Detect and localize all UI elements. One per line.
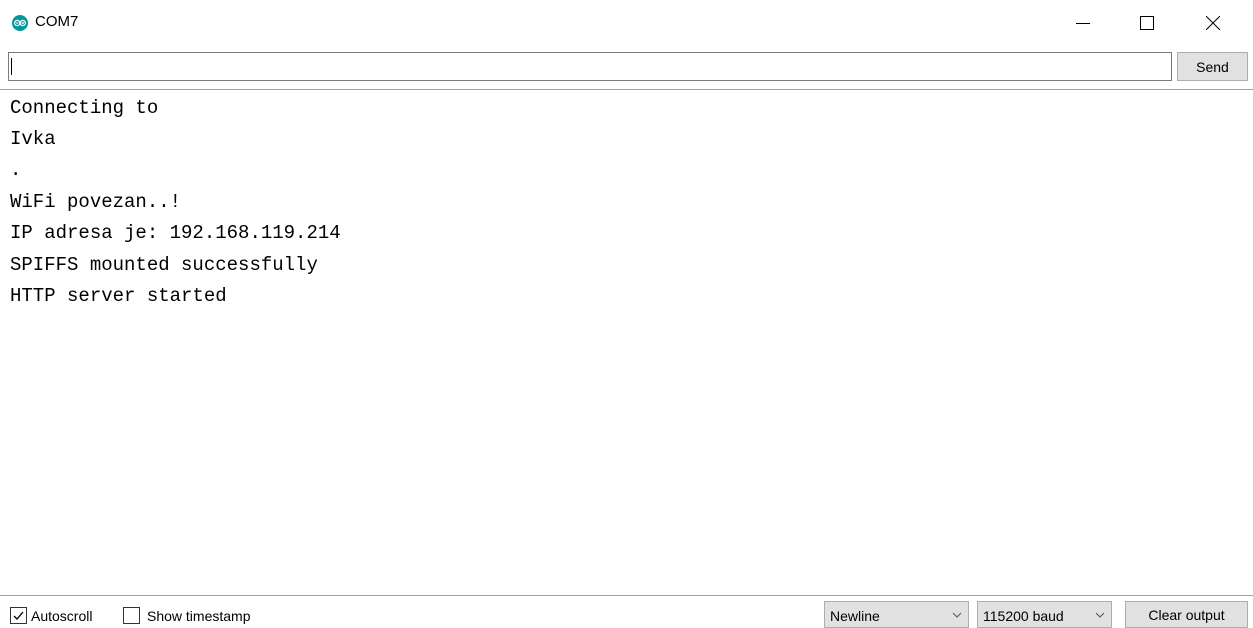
arduino-icon	[12, 15, 28, 31]
serial-output[interactable]: Connecting to Ivka . WiFi povezan..! IP …	[0, 90, 1253, 595]
minimize-button[interactable]	[1060, 0, 1106, 46]
window-title: COM7	[35, 13, 79, 30]
output-line: SPIFFS mounted successfully	[10, 254, 318, 276]
chevron-down-icon	[1095, 612, 1105, 618]
baud-rate-select[interactable]: 115200 baud	[977, 601, 1112, 628]
clear-output-button[interactable]: Clear output	[1125, 601, 1248, 628]
show-timestamp-label[interactable]: Show timestamp	[147, 608, 250, 624]
minimize-icon	[1076, 23, 1090, 24]
checkmark-icon	[13, 611, 24, 620]
output-line: WiFi povezan..!	[10, 191, 182, 213]
baud-rate-value: 115200 baud	[983, 608, 1064, 624]
autoscroll-label[interactable]: Autoscroll	[31, 608, 92, 624]
maximize-button[interactable]	[1124, 0, 1170, 46]
title-bar: COM7	[0, 0, 1253, 46]
send-row: Send	[0, 52, 1253, 84]
chevron-down-icon	[952, 612, 962, 618]
line-ending-value: Newline	[830, 608, 880, 624]
output-line: .	[10, 159, 22, 181]
text-caret	[11, 58, 12, 75]
serial-input[interactable]	[8, 52, 1172, 81]
output-line: Ivka	[10, 128, 56, 150]
output-line: IP adresa je: 192.168.119.214	[10, 222, 341, 244]
output-line: HTTP server started	[10, 285, 227, 307]
send-button[interactable]: Send	[1177, 52, 1248, 81]
autoscroll-checkbox[interactable]	[10, 607, 27, 624]
close-icon	[1206, 16, 1220, 30]
show-timestamp-checkbox[interactable]	[123, 607, 140, 624]
line-ending-select[interactable]: Newline	[824, 601, 969, 628]
footer-bar: Autoscroll Show timestamp Newline 115200…	[0, 596, 1253, 628]
output-line: Connecting to	[10, 97, 159, 119]
close-button[interactable]	[1190, 0, 1236, 46]
maximize-icon	[1140, 16, 1154, 30]
